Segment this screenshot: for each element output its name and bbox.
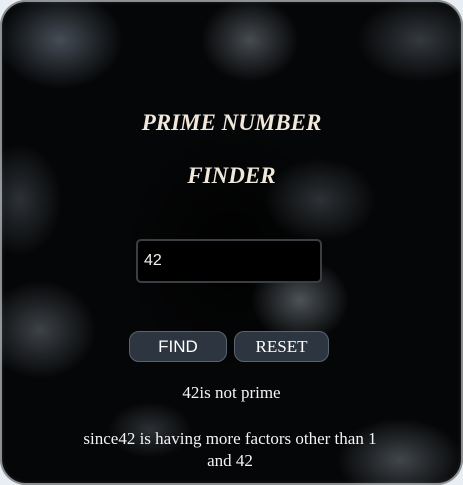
page-title-line2: FINDER (187, 163, 276, 188)
reason-text: since42 is having more factors other tha… (83, 429, 377, 470)
find-button[interactable]: FIND (129, 331, 227, 362)
page-title-line1: PRIME NUMBER (141, 110, 322, 135)
number-input[interactable] (136, 239, 322, 283)
reset-button[interactable]: RESET (234, 331, 329, 362)
result-text: 42is not prime (182, 383, 281, 402)
